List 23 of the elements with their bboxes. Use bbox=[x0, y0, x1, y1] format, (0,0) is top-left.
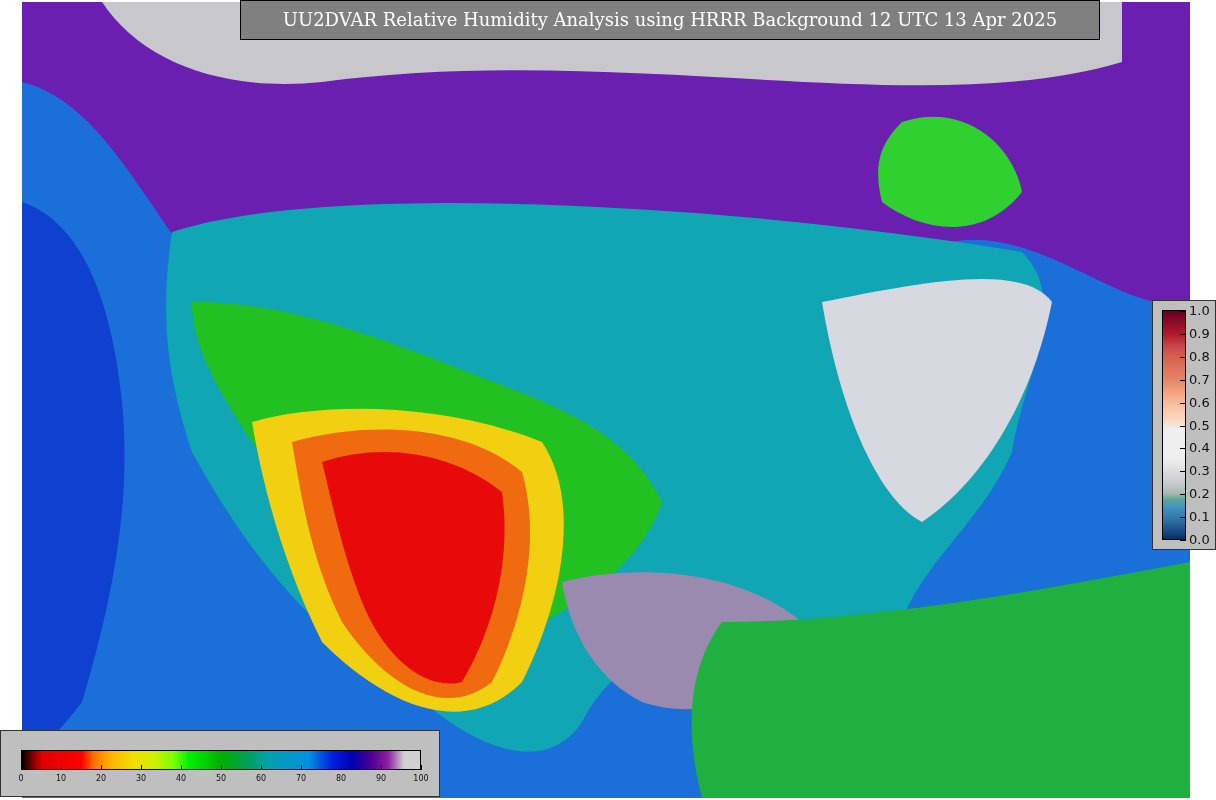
tick-label: 0.3 bbox=[1189, 463, 1210, 480]
tick-label: 0 bbox=[17, 774, 25, 784]
tick-label: 20 bbox=[94, 774, 108, 784]
tick-label: 1.0 bbox=[1189, 303, 1210, 319]
tick-label: 90 bbox=[374, 774, 388, 784]
tick-label: 100 bbox=[412, 774, 430, 784]
tick-label: 30 bbox=[134, 774, 148, 784]
tick-label: 50 bbox=[214, 774, 228, 784]
tick-label: 60 bbox=[254, 774, 268, 784]
tick-label: 0.9 bbox=[1189, 325, 1210, 342]
tick-label: 0.1 bbox=[1189, 509, 1210, 526]
tick-label: 0.6 bbox=[1189, 394, 1210, 411]
tick-label: 0.0 bbox=[1189, 532, 1210, 548]
tick-label: 0.7 bbox=[1189, 371, 1210, 388]
tick-label: 0.4 bbox=[1189, 440, 1210, 457]
tick-label: 0.8 bbox=[1189, 348, 1210, 365]
map-title: UU2DVAR Relative Humidity Analysis using HRRR Background 12 UTC 13 Apr 2025 bbox=[240, 0, 1100, 40]
tick-label: 0.2 bbox=[1189, 486, 1210, 503]
tick-label: 80 bbox=[334, 774, 348, 784]
tick-label: 0.5 bbox=[1189, 417, 1210, 434]
tick-label: 10 bbox=[54, 774, 68, 784]
tick-label: 70 bbox=[294, 774, 308, 784]
tick-label: 40 bbox=[174, 774, 188, 784]
